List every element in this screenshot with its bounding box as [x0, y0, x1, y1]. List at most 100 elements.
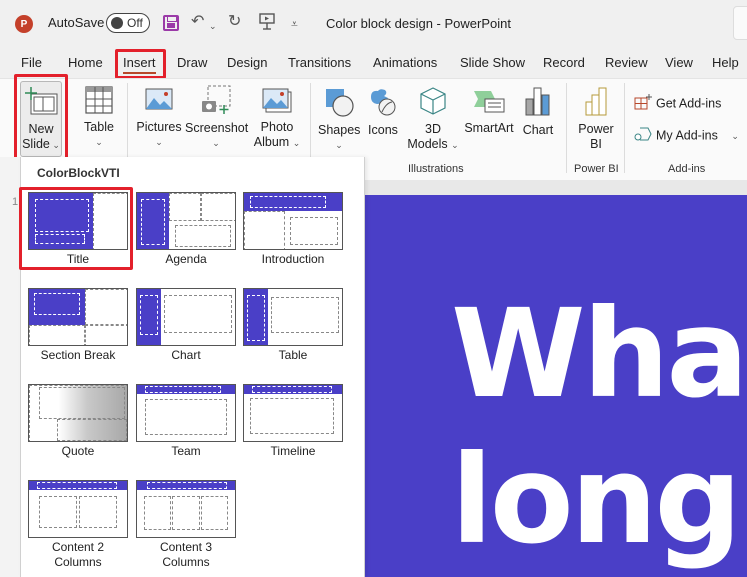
my-addins-icon: [634, 126, 652, 146]
pictures-label: Pictures: [136, 120, 182, 134]
chart-icon: [524, 85, 552, 117]
smartart-button[interactable]: SmartArt: [463, 89, 515, 136]
layout-label-table: Table: [278, 348, 308, 362]
layout-thumb-section-break[interactable]: [28, 288, 128, 346]
layout-thumb-agenda[interactable]: [136, 192, 236, 250]
get-addins-label: Get Add-ins: [656, 96, 722, 111]
chevron-down-icon: ⌄: [335, 140, 343, 150]
tab-file[interactable]: File: [21, 55, 42, 70]
slide-title-line-1[interactable]: What: [451, 293, 747, 415]
thumb-placeholder: [271, 297, 339, 333]
slide-title-line-2[interactable]: long: [451, 439, 742, 561]
3d-models-button[interactable]: 3D Models ⌄: [407, 86, 459, 153]
thumb-placeholder: [145, 399, 227, 435]
get-addins-icon: [634, 94, 652, 114]
save-icon[interactable]: [163, 15, 179, 31]
undo-icon[interactable]: ↶: [191, 13, 204, 31]
pictures-button[interactable]: Pictures ⌄: [136, 88, 182, 150]
layout-label-line-2: Columns: [162, 555, 210, 569]
chart-button[interactable]: Chart: [520, 85, 556, 138]
shapes-button[interactable]: Shapes ⌄: [318, 87, 360, 153]
chevron-down-icon: ⌄: [212, 138, 220, 148]
pictures-icon: [145, 88, 173, 114]
layout-thumb-chart[interactable]: [136, 288, 236, 346]
power-bi-icon: [583, 86, 609, 116]
layout-thumb-content-2-columns[interactable]: [28, 480, 128, 538]
layout-label-timeline: Timeline: [270, 444, 316, 458]
gallery-section-title: ColorBlockVTI: [37, 166, 120, 180]
thumb-placeholder: [169, 193, 201, 221]
new-slide-label-1: New: [28, 122, 54, 136]
thumb-placeholder: [290, 217, 338, 245]
power-bi-button[interactable]: Power BI: [576, 86, 616, 152]
thumb-placeholder: [250, 398, 334, 434]
icons-label: Icons: [368, 123, 398, 137]
tab-insert[interactable]: Insert: [123, 55, 156, 74]
layout-label-introduction: Introduction: [261, 252, 325, 266]
table-icon: [85, 86, 113, 114]
my-addins-button[interactable]: My Add-ins ⌄: [634, 126, 739, 146]
undo-dropdown-icon[interactable]: ⌄: [209, 17, 217, 35]
slide-canvas[interactable]: What long: [365, 195, 747, 577]
thumb-placeholder: [201, 193, 235, 221]
toggle-knob: [111, 17, 123, 29]
layout-thumb-team[interactable]: [136, 384, 236, 442]
slide-thumbnail-pane: [0, 157, 20, 577]
ribbon-separator: [624, 83, 625, 173]
screenshot-label: Screenshot: [185, 121, 249, 135]
icons-button[interactable]: Icons: [365, 87, 401, 138]
get-addins-button[interactable]: Get Add-ins: [634, 94, 721, 114]
new-slide-layout-gallery: ColorBlockVTI Title Agenda Introduction: [20, 157, 365, 577]
layout-thumb-title[interactable]: [28, 192, 128, 250]
tab-home[interactable]: Home: [68, 55, 103, 70]
thumb-placeholder: [247, 295, 265, 341]
tab-animations[interactable]: Animations: [373, 55, 437, 70]
photo-album-button[interactable]: Photo Album ⌄: [251, 88, 303, 151]
tab-design[interactable]: Design: [227, 55, 267, 70]
thumb-placeholder: [172, 496, 200, 530]
power-bi-group-label: Power BI: [574, 163, 619, 175]
autosave-toggle[interactable]: Off: [106, 13, 150, 33]
smartart-label: SmartArt: [464, 121, 514, 135]
layout-label-line-1: Content 3: [159, 540, 213, 554]
thumb-placeholder: [252, 386, 332, 393]
illustrations-group-label: Illustrations: [408, 163, 464, 175]
tab-view[interactable]: View: [665, 55, 693, 70]
layout-label-content-2-columns: Content 2 Columns: [24, 540, 132, 570]
tab-slide-show[interactable]: Slide Show: [460, 55, 525, 70]
table-button[interactable]: Table ⌄: [78, 86, 120, 150]
tab-draw[interactable]: Draw: [177, 55, 207, 70]
screenshot-button[interactable]: Screenshot ⌄: [185, 85, 249, 151]
present-icon[interactable]: [259, 13, 275, 36]
thumb-placeholder: [175, 225, 231, 247]
thumb-placeholder: [93, 193, 127, 249]
chevron-down-icon: ⌄: [155, 137, 163, 147]
screenshot-icon: [200, 85, 232, 115]
search-box[interactable]: [733, 6, 747, 40]
layout-thumb-timeline[interactable]: [243, 384, 343, 442]
layout-thumb-content-3-columns[interactable]: [136, 480, 236, 538]
photo-album-label-2: Album ⌄: [251, 135, 303, 151]
autosave-label: AutoSave: [48, 15, 105, 30]
tab-record[interactable]: Record: [543, 55, 585, 70]
layout-label-section-break: Section Break: [40, 348, 116, 362]
new-slide-button[interactable]: New Slide ⌄: [20, 81, 62, 157]
table-label: Table: [84, 120, 114, 134]
layout-thumb-introduction[interactable]: [243, 192, 343, 250]
thumb-placeholder: [145, 386, 221, 393]
layout-thumb-table[interactable]: [243, 288, 343, 346]
thumb-placeholder: [164, 295, 232, 333]
layout-label-title: Title: [66, 252, 90, 266]
thumb-placeholder: [35, 199, 89, 232]
tab-review[interactable]: Review: [605, 55, 648, 70]
layout-label-content-3-columns: Content 3 Columns: [132, 540, 240, 570]
tab-transitions[interactable]: Transitions: [288, 55, 351, 70]
3d-cube-icon: [419, 86, 447, 116]
redo-icon[interactable]: ↻: [228, 13, 241, 31]
title-bar: P AutoSave Off ↶ ⌄ ↻ ⩡ Color block desig…: [0, 0, 747, 44]
powerpoint-logo-icon: P: [15, 15, 33, 33]
thumb-placeholder: [141, 199, 165, 245]
tab-help[interactable]: Help: [712, 55, 739, 70]
customize-qat-icon[interactable]: ⩡: [291, 15, 298, 33]
layout-thumb-quote[interactable]: [28, 384, 128, 442]
